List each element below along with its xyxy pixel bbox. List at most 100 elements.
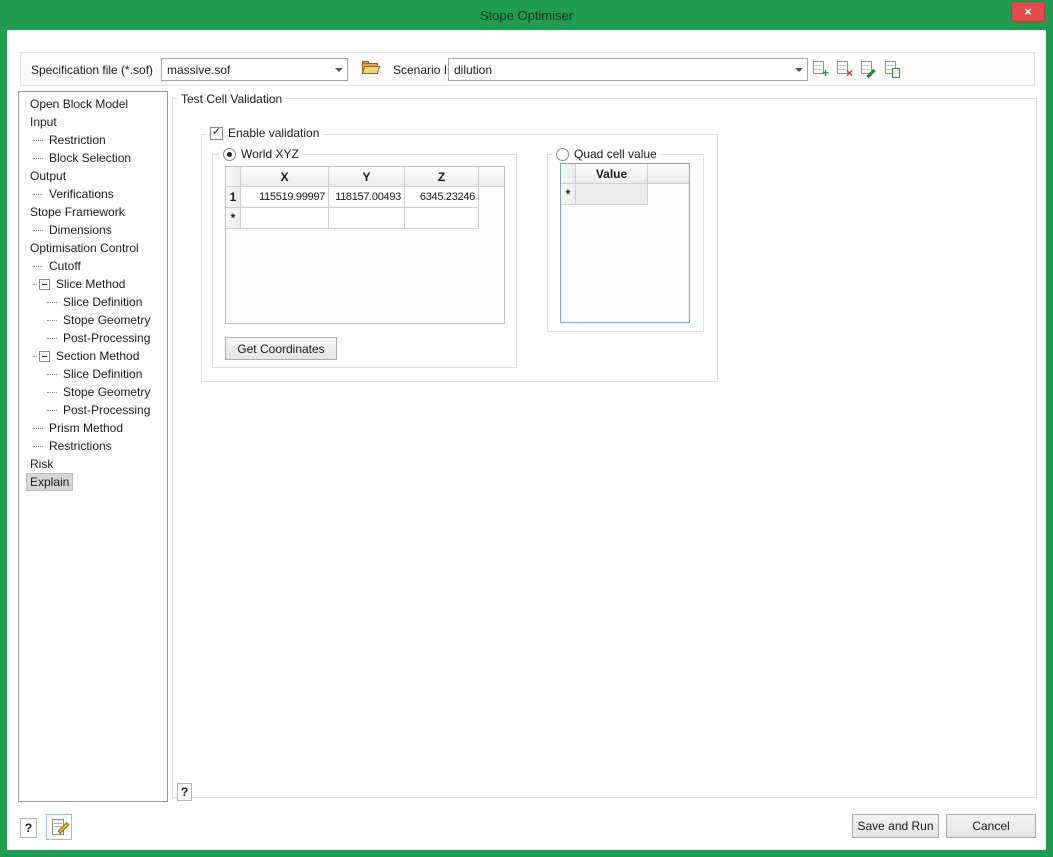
world-xyz-group: World XYZ X Y Z 1 115519.99997 bbox=[212, 154, 517, 368]
edit-notes-button[interactable] bbox=[46, 814, 72, 840]
tree-item-label: Slice Method bbox=[53, 276, 128, 292]
row-header[interactable]: * bbox=[226, 208, 241, 229]
page-help-button[interactable]: ? bbox=[177, 783, 192, 801]
page-title: Test Cell Validation bbox=[177, 91, 286, 107]
tree-connector bbox=[47, 302, 57, 303]
tree-item-label: Dimensions bbox=[46, 222, 115, 238]
tree-item-section-method-slice-definition[interactable]: Slice Definition bbox=[19, 365, 167, 383]
save-and-run-button[interactable]: Save and Run bbox=[852, 814, 939, 838]
tree-item-slice-method-slice-definition[interactable]: Slice Definition bbox=[19, 293, 167, 311]
sheet-lines bbox=[839, 65, 846, 70]
column-header-z[interactable]: Z bbox=[405, 167, 479, 187]
tree-item-slice-method-stope-geometry[interactable]: Stope Geometry bbox=[19, 311, 167, 329]
browse-spec-file-button[interactable] bbox=[361, 60, 381, 78]
collapse-icon[interactable] bbox=[39, 279, 50, 290]
tree-item-label-selected: Explain bbox=[27, 474, 72, 490]
tree-item-restriction[interactable]: Restriction bbox=[19, 131, 167, 149]
scenario-edit-icon[interactable] bbox=[859, 60, 876, 77]
tree-item-label: Block Selection bbox=[46, 150, 134, 166]
navigation-tree: Open Block Model Input Restriction Block… bbox=[18, 91, 168, 802]
tree-item-label: Stope Framework bbox=[27, 204, 128, 220]
tree-connector bbox=[33, 284, 37, 285]
dialog-content: Specification file (*.sof) massive.sof S… bbox=[7, 30, 1046, 850]
title-bar[interactable]: Stope Optimiser × bbox=[0, 0, 1053, 30]
help-icon: ? bbox=[181, 785, 188, 799]
row-header[interactable]: * bbox=[561, 184, 576, 205]
get-coordinates-button[interactable]: Get Coordinates bbox=[225, 337, 337, 360]
table-row-new[interactable]: * bbox=[561, 184, 689, 205]
cell-z[interactable] bbox=[405, 208, 479, 229]
chevron-down-icon bbox=[795, 68, 803, 72]
tree-connector bbox=[33, 194, 43, 195]
corner-cell bbox=[561, 164, 576, 184]
table-empty-area bbox=[226, 229, 504, 323]
world-xyz-table[interactable]: X Y Z 1 115519.99997 118157.00493 6345.2… bbox=[225, 166, 505, 324]
scenario-id-dropdown[interactable]: dilution bbox=[448, 58, 808, 81]
table-row[interactable]: 1 115519.99997 118157.00493 6345.23246 bbox=[226, 187, 504, 208]
tree-connector bbox=[33, 428, 43, 429]
dropdown-arrow-zone[interactable] bbox=[790, 59, 807, 80]
cell-value[interactable] bbox=[576, 184, 648, 205]
tree-item-slice-method[interactable]: Slice Method bbox=[19, 275, 167, 293]
tree-item-label: Post-Processing bbox=[60, 402, 153, 418]
tree-connector bbox=[47, 338, 57, 339]
scenario-add-icon[interactable]: + bbox=[811, 60, 828, 77]
scenario-delete-icon[interactable]: × bbox=[835, 60, 852, 77]
tree-item-optimisation-control[interactable]: Optimisation Control bbox=[19, 239, 167, 257]
cancel-button[interactable]: Cancel bbox=[946, 814, 1036, 838]
tree-item-label: Slice Definition bbox=[60, 366, 145, 382]
tree-item-block-selection[interactable]: Block Selection bbox=[19, 149, 167, 167]
tree-item-cutoff[interactable]: Cutoff bbox=[19, 257, 167, 275]
checkbox-icon[interactable] bbox=[210, 127, 223, 140]
folder-icon-front bbox=[362, 66, 381, 74]
radio-icon[interactable] bbox=[223, 148, 236, 161]
tree-connector bbox=[33, 140, 43, 141]
scenario-id-value: dilution bbox=[454, 63, 492, 77]
tree-item-section-method-post-processing[interactable]: Post-Processing bbox=[19, 401, 167, 419]
tree-item-slice-method-post-processing[interactable]: Post-Processing bbox=[19, 329, 167, 347]
dropdown-arrow-zone[interactable] bbox=[330, 59, 347, 80]
copy-glyph bbox=[892, 68, 900, 78]
tree-item-label: Optimisation Control bbox=[27, 240, 142, 256]
tree-item-label: Restrictions bbox=[46, 438, 115, 454]
cell-y[interactable] bbox=[329, 208, 405, 229]
tree-item-explain[interactable]: Explain bbox=[19, 473, 167, 491]
specification-file-dropdown[interactable]: massive.sof bbox=[161, 58, 348, 81]
chevron-down-icon bbox=[335, 68, 343, 72]
column-header-y[interactable]: Y bbox=[329, 167, 405, 187]
row-filler bbox=[479, 187, 504, 208]
row-header[interactable]: 1 bbox=[226, 187, 241, 208]
tree-item-restrictions[interactable]: Restrictions bbox=[19, 437, 167, 455]
tree-item-dimensions[interactable]: Dimensions bbox=[19, 221, 167, 239]
table-row-new[interactable]: * bbox=[226, 208, 504, 229]
tree-item-risk[interactable]: Risk bbox=[19, 455, 167, 473]
tree-item-input[interactable]: Input bbox=[19, 113, 167, 131]
column-header-value[interactable]: Value bbox=[576, 164, 648, 184]
tree-item-section-method-stope-geometry[interactable]: Stope Geometry bbox=[19, 383, 167, 401]
tree-item-prism-method[interactable]: Prism Method bbox=[19, 419, 167, 437]
tree-item-output[interactable]: Output bbox=[19, 167, 167, 185]
tree-item-label: Post-Processing bbox=[60, 330, 153, 346]
collapse-icon[interactable] bbox=[39, 351, 50, 362]
tree-item-label: Input bbox=[27, 114, 60, 130]
enable-validation-control[interactable]: Enable validation bbox=[206, 125, 323, 141]
tree-item-label: Restriction bbox=[46, 132, 109, 148]
column-header-x[interactable]: X bbox=[241, 167, 329, 187]
radio-icon[interactable] bbox=[556, 148, 569, 161]
tree-item-stope-framework[interactable]: Stope Framework bbox=[19, 203, 167, 221]
cell-x[interactable] bbox=[241, 208, 329, 229]
tree-connector bbox=[33, 446, 43, 447]
cell-y[interactable]: 118157.00493 bbox=[329, 187, 405, 208]
quad-cell-value-table[interactable]: Value * bbox=[560, 163, 690, 323]
world-xyz-radio[interactable]: World XYZ bbox=[219, 146, 303, 162]
tree-connector bbox=[47, 410, 57, 411]
quad-cell-value-radio[interactable]: Quad cell value bbox=[552, 146, 661, 162]
tree-item-open-block-model[interactable]: Open Block Model bbox=[19, 95, 167, 113]
close-button[interactable]: × bbox=[1011, 1, 1045, 22]
scenario-copy-icon[interactable] bbox=[883, 60, 900, 77]
tree-item-verifications[interactable]: Verifications bbox=[19, 185, 167, 203]
dialog-help-button[interactable]: ? bbox=[20, 818, 37, 838]
cell-z[interactable]: 6345.23246 bbox=[405, 187, 479, 208]
cell-x[interactable]: 115519.99997 bbox=[241, 187, 329, 208]
tree-item-section-method[interactable]: Section Method bbox=[19, 347, 167, 365]
